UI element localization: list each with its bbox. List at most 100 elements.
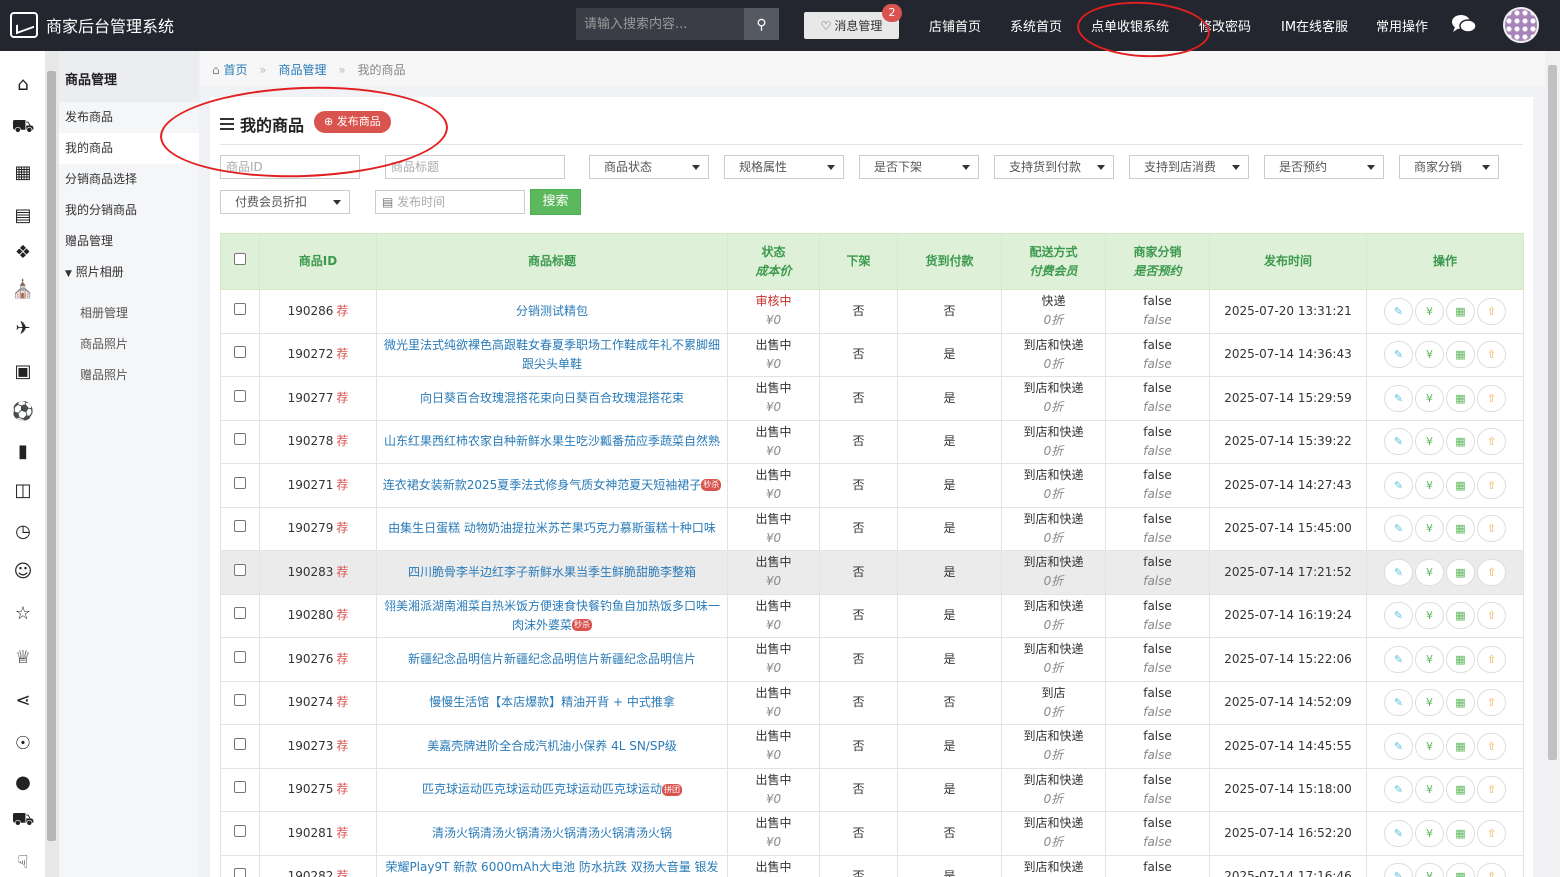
table-row[interactable]: 190274 荐 慢慢生活馆【本店爆款】精油开背 + 中式推拿 出售中 ¥0 否否 到店 0折… — [220, 680, 1524, 725]
submenu-item-goods-photos[interactable]: 商品照片 — [59, 329, 199, 360]
nav-shop-home[interactable]: 店铺首页 — [929, 0, 981, 51]
qrcode-icon[interactable]: ▦ — [1446, 645, 1475, 673]
arrow-up-circle-icon[interactable]: ⇧ — [1477, 297, 1506, 325]
arrow-up-circle-icon[interactable]: ⇧ — [1477, 732, 1506, 760]
row-checkbox[interactable] — [234, 824, 246, 837]
edit-icon[interactable]: ✎ — [1384, 471, 1413, 499]
price-icon[interactable]: ¥ — [1415, 515, 1444, 543]
price-icon[interactable]: ¥ — [1415, 645, 1444, 673]
goods-title-link[interactable]: 由集生日蛋糕 动物奶油提拉米苏芒果巧克力慕斯蛋糕十种口味 — [388, 521, 716, 535]
goods-title-link[interactable]: 翎美湘派湖南湘菜自热米饭方便速食快餐钓鱼自加热饭多口味一肉沫外婆菜 — [384, 599, 720, 632]
arrow-up-circle-icon[interactable]: ⇧ — [1477, 515, 1506, 543]
arrow-up-circle-icon[interactable]: ⇧ — [1477, 689, 1506, 717]
comment-icon[interactable]: ● — [12, 771, 34, 793]
arrow-up-circle-icon[interactable]: ⇧ — [1477, 776, 1506, 804]
member-discount-select[interactable]: 付费会员折扣 — [220, 190, 350, 214]
table-row[interactable]: 190283 荐四川脆骨李半边红李子新鲜水果当季生鲜脆甜脆李整箱 出售中 ¥0 否是到店… — [220, 550, 1524, 595]
reserve-select[interactable]: 是否预约 — [1264, 155, 1384, 179]
row-checkbox[interactable] — [234, 346, 246, 359]
dist-select[interactable]: 商家分销 — [1399, 155, 1499, 179]
qrcode-icon[interactable]: ▦ — [1446, 341, 1475, 369]
edit-icon[interactable]: ✎ — [1384, 863, 1413, 877]
sidebar-scrollbar-thumb[interactable] — [47, 71, 56, 841]
qrcode-icon[interactable]: ▦ — [1446, 689, 1475, 717]
edit-icon[interactable]: ✎ — [1384, 297, 1413, 325]
goods-title-link[interactable]: 微光里法式纯欲裸色高跟鞋女春夏季职场工作鞋成年礼不累脚细跟尖头单鞋 — [384, 338, 720, 371]
qrcode-icon[interactable]: ▦ — [1446, 863, 1475, 877]
arrow-up-circle-icon[interactable]: ⇧ — [1477, 341, 1506, 369]
arrow-up-circle-icon[interactable]: ⇧ — [1477, 645, 1506, 673]
row-checkbox[interactable] — [234, 520, 246, 533]
ambulance-icon[interactable]: ⛟ — [12, 809, 35, 832]
truck-icon[interactable]: ⛟ — [12, 116, 35, 139]
money-icon[interactable]: ◫ — [12, 479, 34, 501]
price-icon[interactable]: ¥ — [1415, 602, 1444, 630]
plane-icon[interactable]: ✈ — [12, 317, 34, 339]
filter-search-button[interactable]: 搜索 — [530, 189, 581, 215]
price-icon[interactable]: ¥ — [1415, 384, 1444, 412]
nav-change-password[interactable]: 修改密码 — [1199, 0, 1251, 51]
row-checkbox[interactable] — [234, 607, 246, 620]
goods-title-link[interactable]: 连衣裙女装新款2025夏季法式修身气质女神范夏天短袖裙子 — [383, 478, 702, 492]
nav-pos-system-link[interactable]: 点单收银系统 — [1091, 16, 1169, 35]
spec-select[interactable]: 规格属性 — [724, 155, 844, 179]
qrcode-icon[interactable]: ▦ — [1446, 819, 1475, 847]
offshelf-select[interactable]: 是否下架 — [859, 155, 979, 179]
col-id[interactable]: 商品ID — [259, 233, 377, 290]
users-icon[interactable]: ☺ — [12, 560, 34, 582]
qrcode-icon[interactable]: ▦ — [1446, 732, 1475, 760]
table-row[interactable]: 190282 荐荣耀Play9T 新款 6000mAh大电池 防水抗跌 双扬大音量… — [220, 854, 1524, 877]
goods-title-link[interactable]: 山东红果西红柿农家自种新鲜水果生吃沙瓤番茄应季蔬菜自然熟 — [384, 434, 720, 448]
thumbs-down-icon[interactable]: ☟ — [12, 851, 34, 873]
table-row[interactable]: 190276 荐新疆纪念品明信片新疆纪念品明信片新疆纪念品明信片 出售中 ¥0 否是到店… — [220, 637, 1524, 682]
edit-icon[interactable]: ✎ — [1384, 558, 1413, 586]
price-icon[interactable]: ¥ — [1415, 297, 1444, 325]
goods-title-input[interactable] — [385, 155, 565, 179]
row-checkbox[interactable] — [234, 389, 246, 402]
search-button[interactable]: ⚲ — [744, 8, 779, 40]
submenu-item-gift-photos[interactable]: 赠品照片 — [59, 360, 199, 391]
page-scrollbar[interactable] — [1545, 51, 1560, 877]
status-select[interactable]: 商品状态 — [589, 155, 709, 179]
video-icon[interactable]: ▮ — [12, 440, 34, 462]
table-row[interactable]: 190281 荐 清汤火锅清汤火锅清汤火锅清汤火锅清汤火锅 出售中 ¥0 否否 到店和快递 0… — [220, 811, 1524, 856]
price-icon[interactable]: ¥ — [1415, 732, 1444, 760]
lifebuoy-icon[interactable]: ☉ — [12, 732, 34, 754]
table-row[interactable]: 190278 荐山东红果西红柿农家自种新鲜水果生吃沙瓤番茄应季蔬菜自然熟 出售中 ¥0… — [220, 419, 1524, 464]
goods-title-link[interactable]: 新疆纪念品明信片新疆纪念品明信片新疆纪念品明信片 — [408, 652, 696, 666]
arrow-up-circle-icon[interactable]: ⇧ — [1477, 863, 1506, 877]
qrcode-icon[interactable]: ▦ — [1446, 776, 1475, 804]
goods-title-link[interactable]: 四川脆骨李半边红李子新鲜水果当季生鲜脆甜脆李整箱 — [408, 565, 696, 579]
arrow-up-circle-icon[interactable]: ⇧ — [1477, 471, 1506, 499]
search-input[interactable] — [576, 8, 744, 40]
trophy-icon[interactable]: ♕ — [12, 646, 34, 668]
nav-system-home-link[interactable]: 系统首页 — [1010, 16, 1062, 35]
arrow-up-circle-icon[interactable]: ⇧ — [1477, 819, 1506, 847]
newspaper-icon[interactable]: ▤ — [12, 204, 34, 226]
edit-icon[interactable]: ✎ — [1384, 689, 1413, 717]
qrcode-icon[interactable]: ▦ — [1446, 558, 1475, 586]
nav-common-ops-link[interactable]: 常用操作 — [1376, 16, 1428, 35]
qrcode-icon[interactable]: ▦ — [1446, 602, 1475, 630]
publish-time-input[interactable]: ▤ 发布时间 — [375, 190, 525, 214]
submenu-item-publish[interactable]: 发布商品 — [59, 102, 199, 133]
clock-icon[interactable]: ◷ — [12, 520, 34, 542]
breadcrumb-goods-manage[interactable]: 商品管理 — [278, 63, 326, 77]
table-row[interactable]: 190275 荐匹克球运动匹克球运动匹克球运动匹克球运动 拼团 出售中 ¥0 否是到店和快… — [220, 767, 1524, 812]
soccer-icon[interactable]: ⚽ — [12, 400, 34, 422]
edit-icon[interactable]: ✎ — [1384, 732, 1413, 760]
table-row[interactable]: 190280 荐翎美湘派湖南湘菜自热米饭方便速食快餐钓鱼自加热饭多口味一肉沫外婆菜… — [220, 593, 1524, 638]
goods-title-link[interactable]: 慢慢生活馆【本店爆款】精油开背 + 中式推拿 — [429, 695, 675, 709]
submenu-item-gifts[interactable]: 赠品管理 — [59, 226, 199, 257]
bank-icon[interactable]: ⛪ — [12, 278, 34, 300]
qrcode-icon[interactable]: ▦ — [1446, 297, 1475, 325]
chat-icon[interactable] — [1452, 14, 1476, 34]
price-icon[interactable]: ¥ — [1415, 819, 1444, 847]
row-checkbox[interactable] — [234, 433, 246, 446]
goods-title-link[interactable]: 匹克球运动匹克球运动匹克球运动匹克球运动 — [422, 782, 662, 796]
goods-title-link[interactable]: 分销测试精包 — [516, 304, 588, 318]
table-row[interactable]: 190273 荐美嘉壳牌进阶全合成汽机油小保养 4L SN/SP级 出售中 ¥0 否是到… — [220, 724, 1524, 769]
submenu-item-my-dist[interactable]: 我的分销商品 — [59, 195, 199, 226]
share-icon[interactable]: ⋖ — [12, 689, 34, 711]
nav-im-service-link[interactable]: IM在线客服 — [1281, 16, 1348, 35]
